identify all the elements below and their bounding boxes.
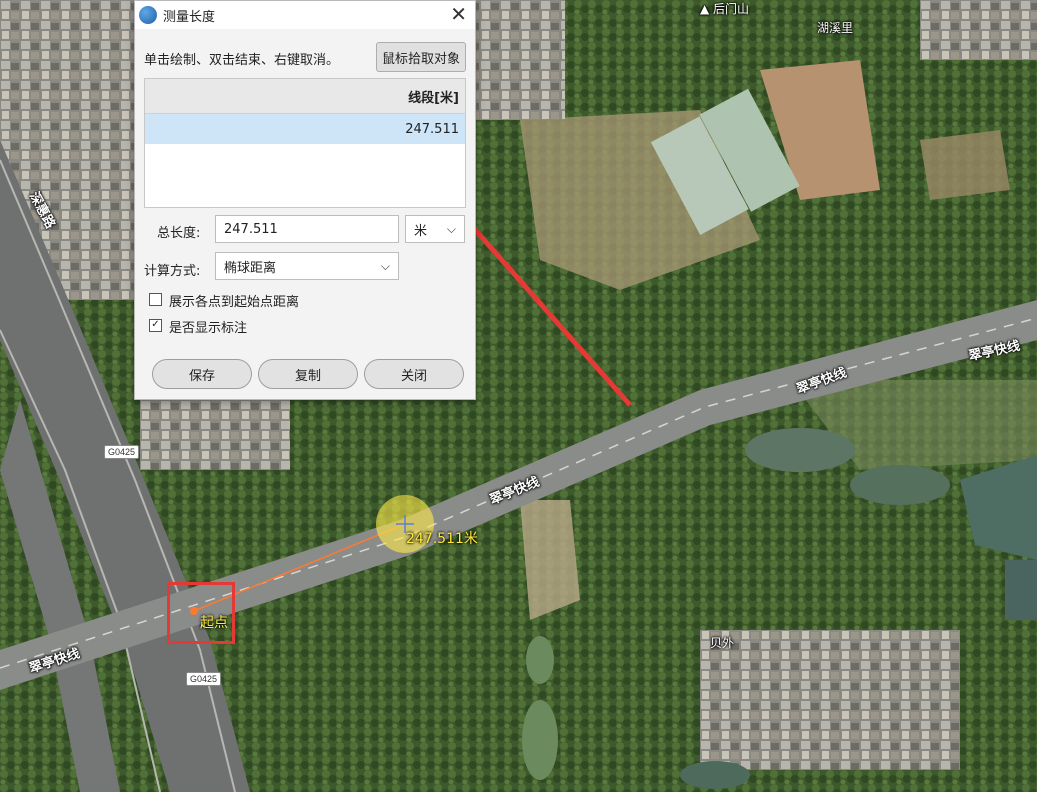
instruction-text: 单击绘制、双击结束、右键取消。 [144,53,340,68]
show-distance-label[interactable]: 展示各点到起始点距离 [169,291,299,310]
calc-method-label: 计算方式: [144,264,201,279]
pick-object-button[interactable]: 鼠标拾取对象 [376,42,466,72]
dialog-title: 测量长度 [163,9,216,25]
chevron-down-icon: ⌵ [446,222,456,236]
dialog-titlebar[interactable]: 测量长度 ✕ [135,1,475,29]
measure-length-dialog: 测量长度 ✕ 单击绘制、双击结束、右键取消。 鼠标拾取对象 线段[米] 247.… [134,0,476,400]
start-label: 起点 [200,615,228,631]
save-button[interactable]: 保存 [152,359,252,389]
segment-table: 线段[米] 247.511 [144,78,466,208]
globe-icon [139,6,157,24]
copy-button[interactable]: 复制 [258,359,358,389]
calc-method-value: 椭球距离 [224,260,277,276]
unit-value: 米 [414,223,428,239]
calc-method-select[interactable]: 椭球距离 ⌵ [215,252,399,280]
measurement-label: 247.511米 [406,531,478,547]
total-length-label: 总长度: [157,226,201,241]
show-annotation-label[interactable]: 是否显示标注 [169,317,247,336]
total-length-field[interactable]: 247.511 [215,215,399,243]
segment-column-header[interactable]: 线段[米] [145,79,465,114]
table-row[interactable]: 247.511 [145,114,465,144]
close-icon[interactable]: ✕ [450,3,467,25]
highway-shield-1: G0425 [104,445,140,459]
chevron-down-icon: ⌵ [380,259,390,273]
place-label-huxili: 湖溪里 [817,21,854,35]
highway-shield-2: G0425 [186,672,222,686]
close-button[interactable]: 关闭 [364,359,464,389]
place-label-houmenshan: ▲ 后门山 [700,2,750,16]
unit-select[interactable]: 米 ⌵ [405,215,465,243]
show-distance-checkbox[interactable] [149,293,162,306]
show-annotation-checkbox[interactable]: ✓ [149,319,162,332]
place-label-beiwai: 贝外 [710,636,735,650]
